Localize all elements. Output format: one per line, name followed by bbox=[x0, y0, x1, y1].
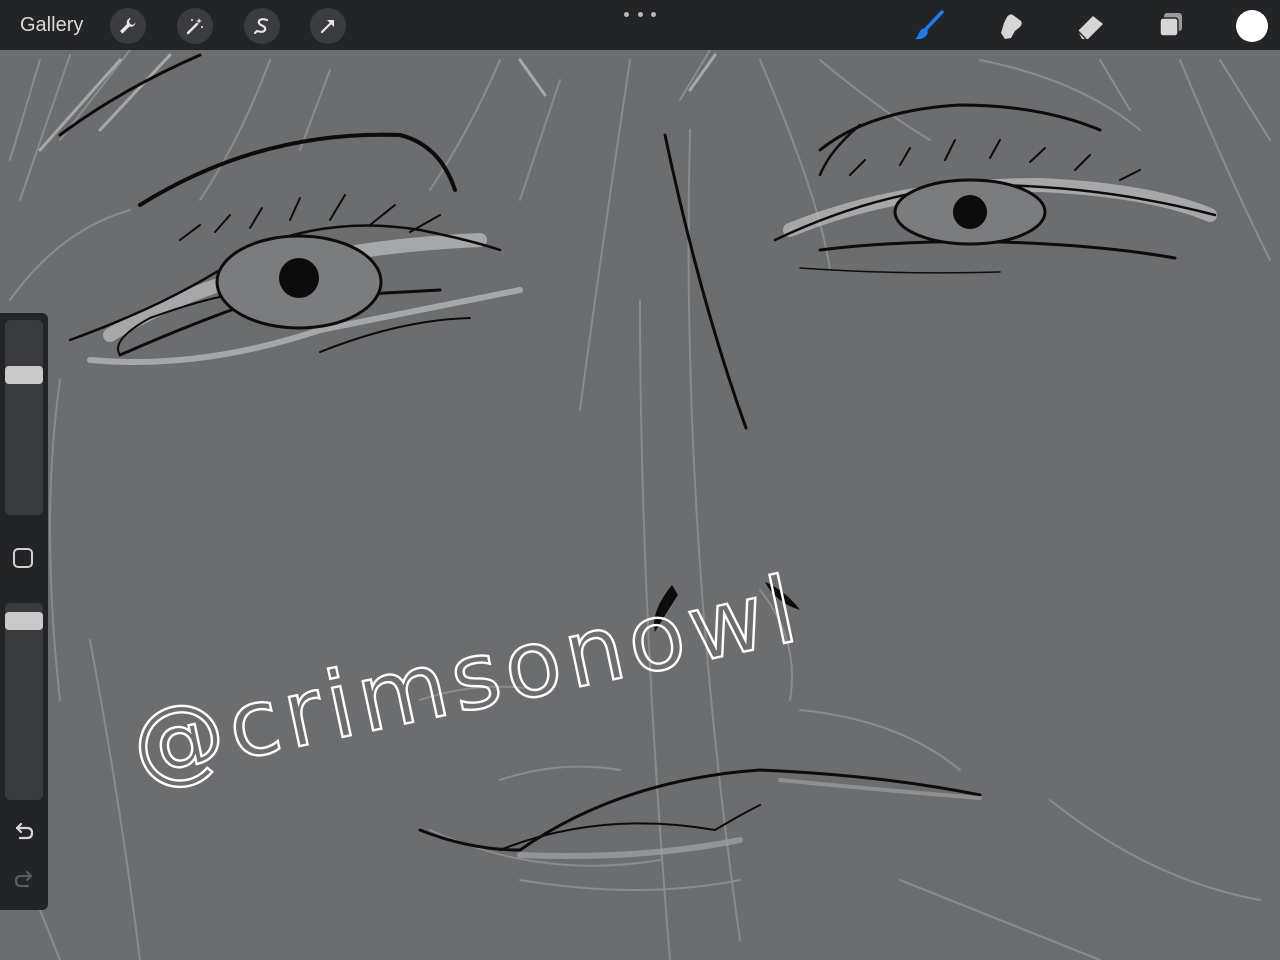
redo-icon bbox=[14, 870, 33, 888]
more-dots-icon[interactable] bbox=[624, 6, 656, 22]
layers-button[interactable] bbox=[1152, 7, 1190, 45]
brush-icon bbox=[915, 10, 944, 40]
drawing-canvas[interactable]: @crimsonowl bbox=[0, 0, 1280, 960]
eraser-tool-button[interactable] bbox=[1071, 7, 1109, 45]
actions-button[interactable] bbox=[110, 8, 146, 44]
adjustments-button[interactable] bbox=[177, 8, 213, 44]
brush-size-thumb[interactable] bbox=[5, 366, 43, 384]
undo-button[interactable] bbox=[10, 819, 38, 843]
brush-tool-button[interactable] bbox=[910, 7, 948, 45]
square-modify-icon[interactable] bbox=[13, 548, 33, 568]
selection-button[interactable] bbox=[244, 8, 280, 44]
transform-button[interactable] bbox=[310, 8, 346, 44]
left-sidebar bbox=[0, 313, 48, 910]
smudge-finger-icon bbox=[1001, 14, 1022, 40]
gallery-button[interactable]: Gallery bbox=[20, 12, 83, 38]
redo-button[interactable] bbox=[10, 867, 38, 891]
top-toolbar: Gallery bbox=[0, 0, 1280, 50]
wrench-icon bbox=[120, 18, 136, 34]
brush-opacity-slider[interactable] bbox=[5, 603, 43, 800]
eraser-icon bbox=[1077, 16, 1103, 40]
procreate-app: @crimsonowl Gallery bbox=[0, 0, 1280, 960]
brush-size-slider[interactable] bbox=[5, 320, 43, 515]
signature-text: @crimsonowl bbox=[122, 555, 811, 801]
magic-wand-icon bbox=[186, 18, 203, 35]
selection-s-icon bbox=[254, 18, 269, 34]
arrow-cursor-icon bbox=[320, 20, 334, 34]
undo-icon bbox=[15, 822, 34, 840]
smudge-tool-button[interactable] bbox=[991, 7, 1029, 45]
signature-drawing: @crimsonowl bbox=[121, 554, 812, 803]
layers-icon bbox=[1159, 13, 1182, 37]
color-picker-button[interactable] bbox=[1236, 10, 1268, 42]
brush-opacity-thumb[interactable] bbox=[5, 612, 43, 630]
